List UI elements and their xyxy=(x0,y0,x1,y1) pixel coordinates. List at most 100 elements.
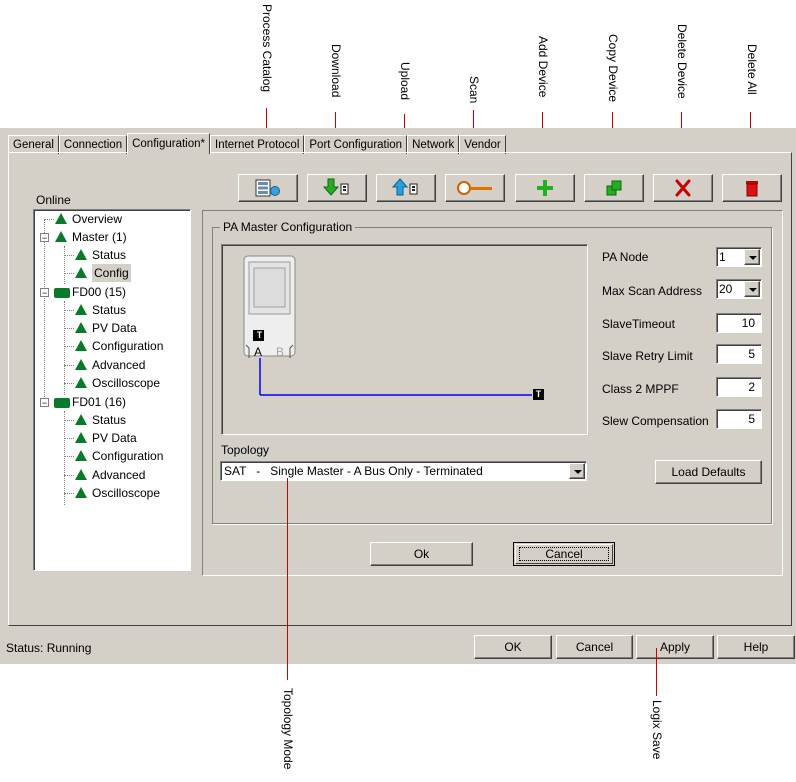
collapse-icon[interactable]: − xyxy=(40,288,49,298)
collapse-icon[interactable]: − xyxy=(40,398,49,408)
tree-line xyxy=(44,219,45,407)
tree-item-overview[interactable]: Overview xyxy=(72,210,122,228)
tab-configuration[interactable]: Configuration* xyxy=(127,133,210,154)
callout-logix-save: Logix Save xyxy=(650,700,664,760)
tree-item-fd01-pv-data[interactable]: PV Data xyxy=(92,429,137,447)
cancel-button[interactable]: Cancel xyxy=(556,635,633,659)
copy-device-button[interactable] xyxy=(584,174,644,202)
tree-item-fd00-configuration[interactable]: Configuration xyxy=(92,337,163,355)
master-icon xyxy=(55,231,67,242)
slave-timeout-value: 10 xyxy=(741,316,755,330)
slave-retry-field[interactable]: 5 xyxy=(716,344,762,364)
status-icon xyxy=(75,414,87,425)
field-device-icon xyxy=(54,398,70,408)
process-catalog-icon xyxy=(255,179,280,197)
callout-delete-device: Delete Device xyxy=(675,24,689,99)
status-icon xyxy=(75,304,87,315)
ok-button[interactable]: OK xyxy=(474,635,552,659)
tree-item-master-status[interactable]: Status xyxy=(92,246,126,264)
scan-button[interactable] xyxy=(445,174,505,202)
field-device-icon xyxy=(54,288,70,298)
slave-timeout-field[interactable]: 10 xyxy=(716,313,762,333)
slave-timeout-label: SlaveTimeout xyxy=(602,317,675,331)
apply-button[interactable]: Apply xyxy=(636,635,714,659)
tree-line xyxy=(64,310,74,311)
upload-icon xyxy=(391,178,418,196)
max-scan-select[interactable]: 20 xyxy=(716,279,762,299)
tree-line xyxy=(64,328,74,329)
class2-field[interactable]: 2 xyxy=(716,377,762,397)
help-button[interactable]: Help xyxy=(717,635,795,659)
callout-line xyxy=(287,478,288,680)
tree-item-fd01-configuration[interactable]: Configuration xyxy=(92,447,163,465)
tree-line xyxy=(64,456,74,457)
tree-line xyxy=(64,411,65,505)
callout-download: Download xyxy=(329,44,343,98)
tree-item-fd00-status[interactable]: Status xyxy=(92,301,126,319)
overview-icon xyxy=(55,213,67,224)
load-defaults-button[interactable]: Load Defaults xyxy=(655,460,762,484)
tree-item-master-config[interactable]: Config xyxy=(92,264,131,282)
tree-item-fd01-status[interactable]: Status xyxy=(92,411,126,429)
group-title: PA Master Configuration xyxy=(220,220,356,234)
pa-node-label: PA Node xyxy=(602,250,649,264)
chevron-down-icon[interactable] xyxy=(744,281,760,297)
slew-field[interactable]: 5 xyxy=(716,409,762,429)
advanced-icon xyxy=(75,469,87,480)
add-device-button[interactable] xyxy=(515,174,575,202)
delete-all-button[interactable] xyxy=(722,174,782,202)
tree-item-fd00-oscilloscope[interactable]: Oscilloscope xyxy=(92,374,160,392)
tree-item-fd00-pv-data[interactable]: PV Data xyxy=(92,319,137,337)
oscilloscope-icon xyxy=(75,377,87,388)
process-catalog-button[interactable] xyxy=(238,174,298,202)
tree-line xyxy=(64,383,74,384)
tab-bar: General Connection Configuration* Intern… xyxy=(8,133,506,154)
diagram-drawing xyxy=(243,255,544,400)
online-tree[interactable]: Overview − Master (1) Status Config − FD… xyxy=(33,209,191,571)
tree-item-fd01-oscilloscope[interactable]: Oscilloscope xyxy=(92,484,160,502)
online-label: Online xyxy=(36,193,71,207)
tree-line xyxy=(64,420,74,421)
chevron-down-icon[interactable] xyxy=(569,463,585,479)
chevron-down-icon[interactable] xyxy=(744,249,760,265)
delete-device-button[interactable] xyxy=(653,174,713,202)
slave-retry-label: Slave Retry Limit xyxy=(602,349,693,363)
tree-line xyxy=(64,346,74,347)
terminator-label-master: T xyxy=(256,330,263,340)
tree-item-fd00-advanced[interactable]: Advanced xyxy=(92,356,145,374)
download-icon xyxy=(322,178,349,196)
scan-icon xyxy=(457,181,492,195)
tree-line xyxy=(64,301,65,395)
callout-add-device: Add Device xyxy=(536,36,550,98)
class2-label: Class 2 MPPF xyxy=(602,382,679,396)
tree-line xyxy=(64,255,74,256)
status-icon xyxy=(75,249,87,260)
callout-process-catalog: Process Catalog xyxy=(260,4,274,93)
topology-diagram: T A B T xyxy=(221,244,588,435)
tree-item-master[interactable]: Master (1) xyxy=(72,228,127,246)
pv-data-icon xyxy=(75,322,87,333)
trash-icon xyxy=(746,181,758,197)
callout-upload: Upload xyxy=(398,62,412,101)
configuration-icon xyxy=(75,340,87,351)
collapse-icon[interactable]: − xyxy=(40,233,49,243)
tree-item-fd00[interactable]: FD00 (15) xyxy=(72,283,126,301)
pa-node-select[interactable]: 1 xyxy=(716,247,762,267)
oscilloscope-icon xyxy=(75,487,87,498)
download-button[interactable] xyxy=(307,174,367,202)
callout-line xyxy=(656,648,657,696)
tree-item-fd01[interactable]: FD01 (16) xyxy=(72,393,126,411)
pa-node-value: 1 xyxy=(719,250,726,264)
upload-button[interactable] xyxy=(376,174,436,202)
copy-icon xyxy=(606,180,622,196)
cancel-inner-label: Cancel xyxy=(519,547,609,561)
tree-item-fd01-advanced[interactable]: Advanced xyxy=(92,466,145,484)
slave-retry-value: 5 xyxy=(748,347,755,361)
tree-line xyxy=(64,273,74,274)
cancel-inner-button[interactable]: Cancel xyxy=(513,542,615,566)
callout-copy-device: Copy Device xyxy=(606,34,620,103)
ok-inner-button[interactable]: Ok xyxy=(370,542,473,566)
topology-select[interactable]: SAT - Single Master - A Bus Only - Termi… xyxy=(220,461,587,481)
tree-line xyxy=(64,365,74,366)
callout-scan: Scan xyxy=(467,76,481,104)
